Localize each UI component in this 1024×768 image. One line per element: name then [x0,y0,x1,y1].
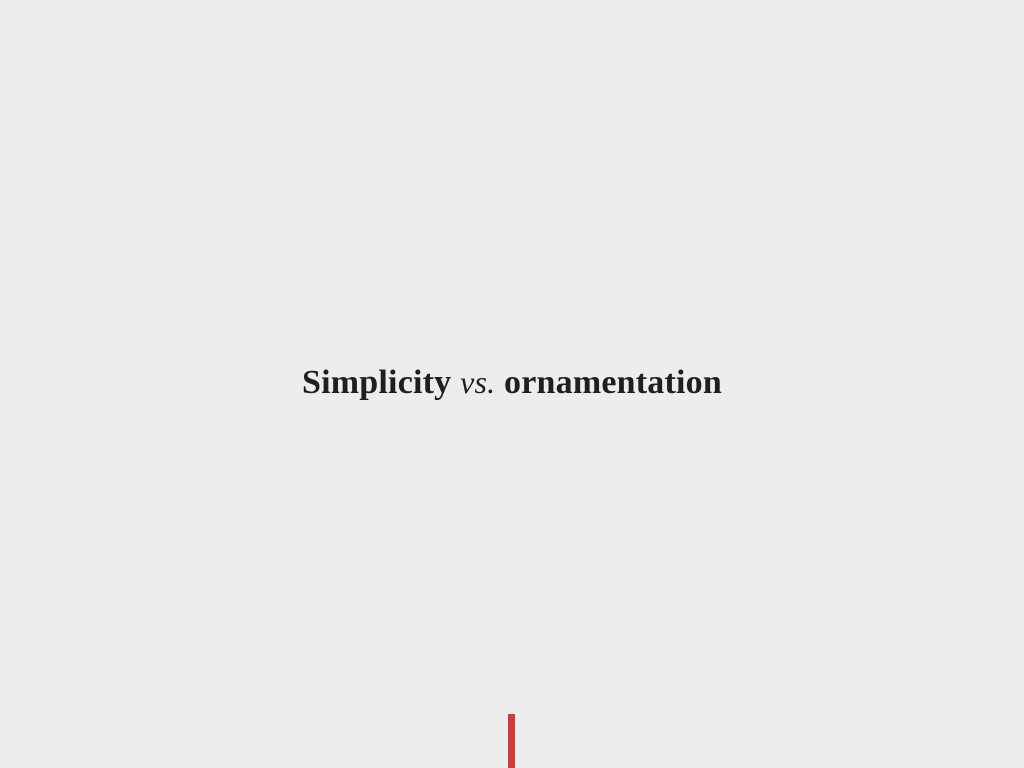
title-term-simplicity: Simplicity [302,364,452,401]
slide-title: Simplicity vs. ornamentation [0,358,1024,407]
title-term-ornamentation: ornamentation [504,364,722,401]
title-connector: vs. [460,364,496,400]
accent-bar [508,714,515,768]
presentation-slide: Simplicity vs. ornamentation [0,0,1024,768]
